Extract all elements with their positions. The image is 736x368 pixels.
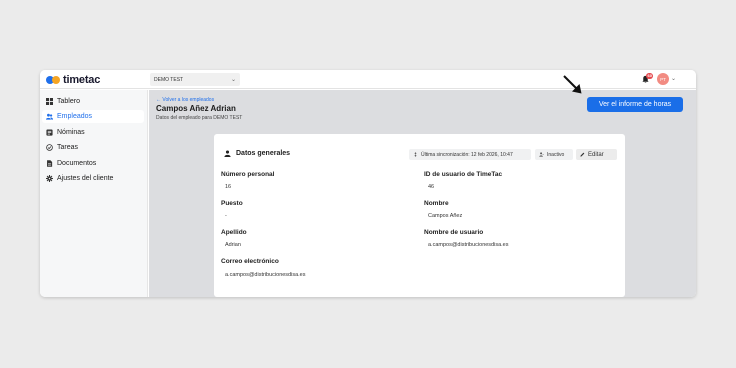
first-name-value: Campos Añez xyxy=(428,213,463,219)
document-icon xyxy=(47,160,53,167)
email-value: a.campos@distribucionesdisa.es xyxy=(225,272,306,278)
sync-status-text: Última sincronización: 12 feb 2026, 10:4… xyxy=(421,151,513,158)
top-bar: timetac DEMO TEST ⌄ 60 PT ⌄ xyxy=(40,70,696,89)
back-to-employees-link[interactable]: ← Volver a los empleados xyxy=(156,97,214,103)
email-label: Correo electrónico xyxy=(221,258,279,265)
users-icon xyxy=(46,113,53,120)
check-circle-icon xyxy=(46,144,53,151)
edit-button-label: Editar xyxy=(588,151,604,158)
logo-text: timetac xyxy=(63,73,101,86)
notification-count-badge: 60 xyxy=(646,73,654,79)
main-content: ← Volver a los empleados Campos Añez Adr… xyxy=(149,90,696,297)
page-subtitle: Datos del empleado para DEMO TEST xyxy=(156,115,243,121)
view-hours-report-button[interactable]: Ver el informe de horas xyxy=(587,97,683,112)
username-value: a.campos@distribucionesdisa.es xyxy=(428,242,509,248)
sidebar-item-label: Tareas xyxy=(57,144,79,151)
sync-status-badge: Última sincronización: 12 feb 2026, 10:4… xyxy=(409,149,531,160)
status-text: Inactivo xyxy=(547,151,565,158)
person-off-icon xyxy=(539,152,544,157)
edit-button[interactable]: Editar xyxy=(576,149,617,160)
timetac-user-id-value: 46 xyxy=(428,184,435,190)
sidebar-item-tareas[interactable]: Tareas xyxy=(42,141,144,154)
company-select-value: DEMO TEST xyxy=(154,76,184,83)
sidebar-item-label: Empleados xyxy=(57,113,93,120)
position-value: - xyxy=(225,213,227,219)
sync-icon xyxy=(414,152,417,157)
sidebar: Tablero Empleados Nóminas Tareas Documen… xyxy=(40,90,148,297)
sidebar-item-ajustes[interactable]: Ajustes del cliente xyxy=(42,172,144,185)
sidebar-item-nominas[interactable]: Nóminas xyxy=(42,126,144,139)
company-select[interactable]: DEMO TEST ⌄ xyxy=(150,73,240,86)
status-badge: Inactivo xyxy=(535,149,573,160)
pencil-icon xyxy=(580,152,585,157)
position-label: Puesto xyxy=(221,200,243,207)
sidebar-item-documentos[interactable]: Documentos xyxy=(42,157,144,170)
app-window: timetac DEMO TEST ⌄ 60 PT ⌄ Tablero Empl… xyxy=(40,70,696,297)
personal-number-value: 16 xyxy=(225,184,232,190)
card-title-text: Datos generales xyxy=(236,150,291,157)
username-label: Nombre de usuario xyxy=(424,229,484,236)
sidebar-item-label: Nóminas xyxy=(57,129,85,136)
timetac-user-id-label: ID de usuario de TimeTac xyxy=(424,171,503,178)
dashboard-icon xyxy=(46,98,53,105)
payroll-icon xyxy=(46,129,53,136)
gear-icon xyxy=(46,175,53,182)
sidebar-item-label: Documentos xyxy=(57,160,97,167)
sidebar-item-label: Ajustes del cliente xyxy=(57,175,114,182)
timetac-logo[interactable]: timetac xyxy=(46,73,100,86)
user-avatar[interactable]: PT xyxy=(657,73,669,85)
sidebar-item-empleados[interactable]: Empleados xyxy=(42,110,144,123)
card-title: Datos generales xyxy=(224,150,290,157)
general-data-card: Datos generales Última sincronización: 1… xyxy=(214,134,625,297)
last-name-label: Apellido xyxy=(221,229,247,236)
sidebar-item-tablero[interactable]: Tablero xyxy=(42,95,144,108)
notifications-button[interactable]: 60 xyxy=(641,73,654,85)
person-icon xyxy=(224,150,231,157)
page-title: Campos Añez Adrian xyxy=(156,104,236,113)
pointer-arrow-icon xyxy=(563,75,582,94)
first-name-label: Nombre xyxy=(424,200,449,207)
personal-number-label: Número personal xyxy=(221,171,275,178)
logo-mark-icon xyxy=(46,75,60,84)
chevron-down-icon: ⌄ xyxy=(230,77,236,83)
last-name-value: Adrian xyxy=(225,242,241,248)
sidebar-item-label: Tablero xyxy=(57,98,80,105)
avatar-chevron-down-icon[interactable]: ⌄ xyxy=(671,75,676,82)
